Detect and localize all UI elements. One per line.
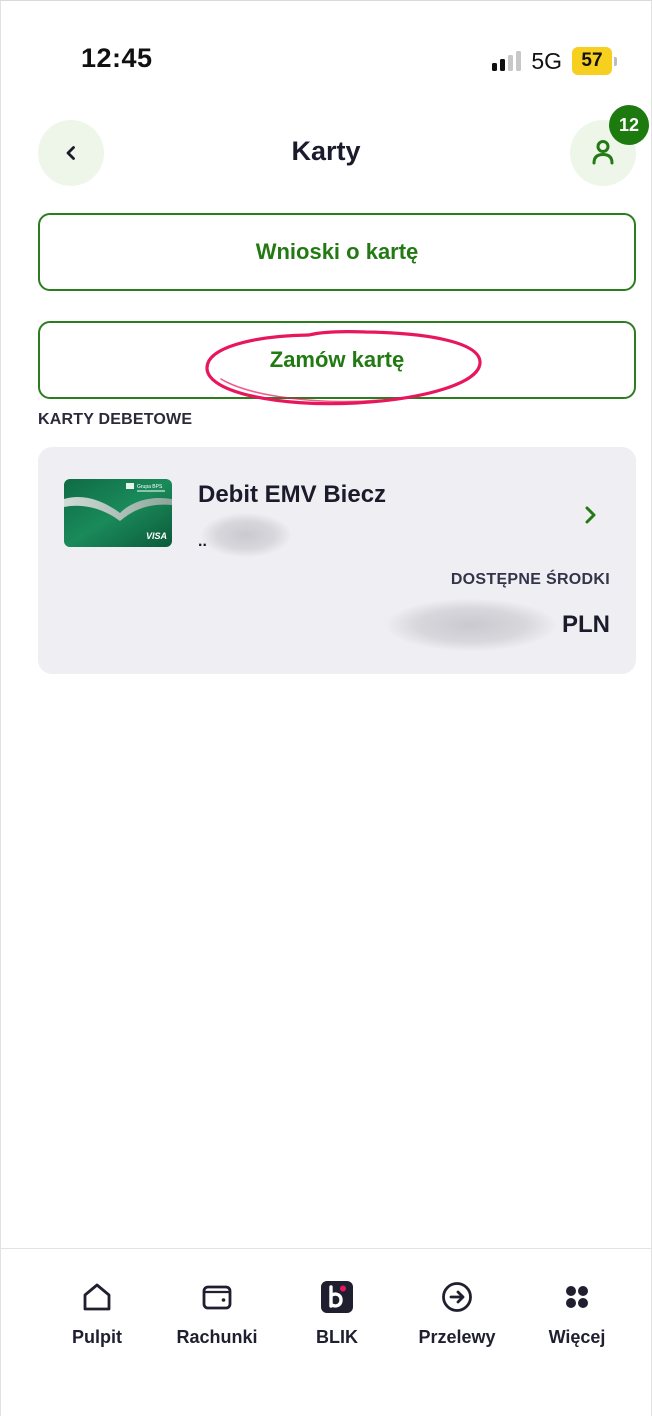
- debit-card-item[interactable]: Grupa BPS VISA Debit EMV Biecz .. DOSTĘP…: [38, 447, 636, 674]
- notification-badge: 12: [609, 105, 649, 145]
- masked-balance: [386, 599, 556, 651]
- nav-label-rachunki: Rachunki: [176, 1327, 258, 1347]
- wallet-icon: [202, 1285, 232, 1310]
- grid-dots-icon: [566, 1286, 588, 1308]
- status-indicators: 5G 57: [492, 45, 617, 77]
- nav-item-blik[interactable]: BLIK: [277, 1279, 397, 1348]
- order-card-button[interactable]: Zamów kartę: [38, 321, 636, 399]
- signal-strength-icon: [492, 51, 522, 71]
- available-funds-row: PLN: [386, 599, 610, 651]
- available-funds-label: DOSTĘPNE ŚRODKI: [450, 571, 610, 588]
- bottom-navigation: Pulpit Rachunki BLIK Przelewy Więcej: [1, 1248, 651, 1416]
- screen: 12:45 5G 57 Karty 12 Wnioski o kartę Zam…: [0, 0, 652, 1416]
- card-network-text: VISA: [146, 531, 167, 541]
- battery-icon: 57: [572, 47, 617, 75]
- status-time: 12:45: [81, 43, 153, 73]
- nav-label-pulpit: Pulpit: [72, 1327, 122, 1347]
- card-applications-button[interactable]: Wnioski o kartę: [38, 213, 636, 291]
- battery-level: 57: [572, 47, 612, 75]
- card-name: Debit EMV Biecz: [198, 481, 387, 508]
- nav-item-wiecej[interactable]: Więcej: [517, 1279, 637, 1348]
- card-number: ..: [198, 513, 291, 557]
- user-icon: [592, 140, 614, 165]
- nav-label-blik: BLIK: [316, 1327, 358, 1347]
- nav-label-przelewy: Przelewy: [418, 1327, 496, 1347]
- page-title: Karty: [291, 136, 361, 166]
- debit-cards-section-title: KARTY DEBETOWE: [38, 411, 193, 428]
- network-type: 5G: [531, 47, 562, 74]
- balance-currency: PLN: [562, 611, 610, 638]
- arrow-right-circle-icon: [442, 1282, 472, 1312]
- home-icon: [83, 1283, 111, 1311]
- blik-icon: [321, 1281, 353, 1313]
- card-thumbnail: Grupa BPS VISA: [64, 479, 172, 547]
- chevron-right-icon: [585, 506, 596, 524]
- nav-item-pulpit[interactable]: Pulpit: [37, 1279, 157, 1348]
- nav-label-wiecej: Więcej: [548, 1327, 606, 1347]
- masked-card-number: [200, 513, 291, 557]
- nav-item-przelewy[interactable]: Przelewy: [397, 1279, 517, 1348]
- card-issuer-text: Grupa BPS: [137, 484, 163, 490]
- nav-item-rachunki[interactable]: Rachunki: [157, 1279, 277, 1348]
